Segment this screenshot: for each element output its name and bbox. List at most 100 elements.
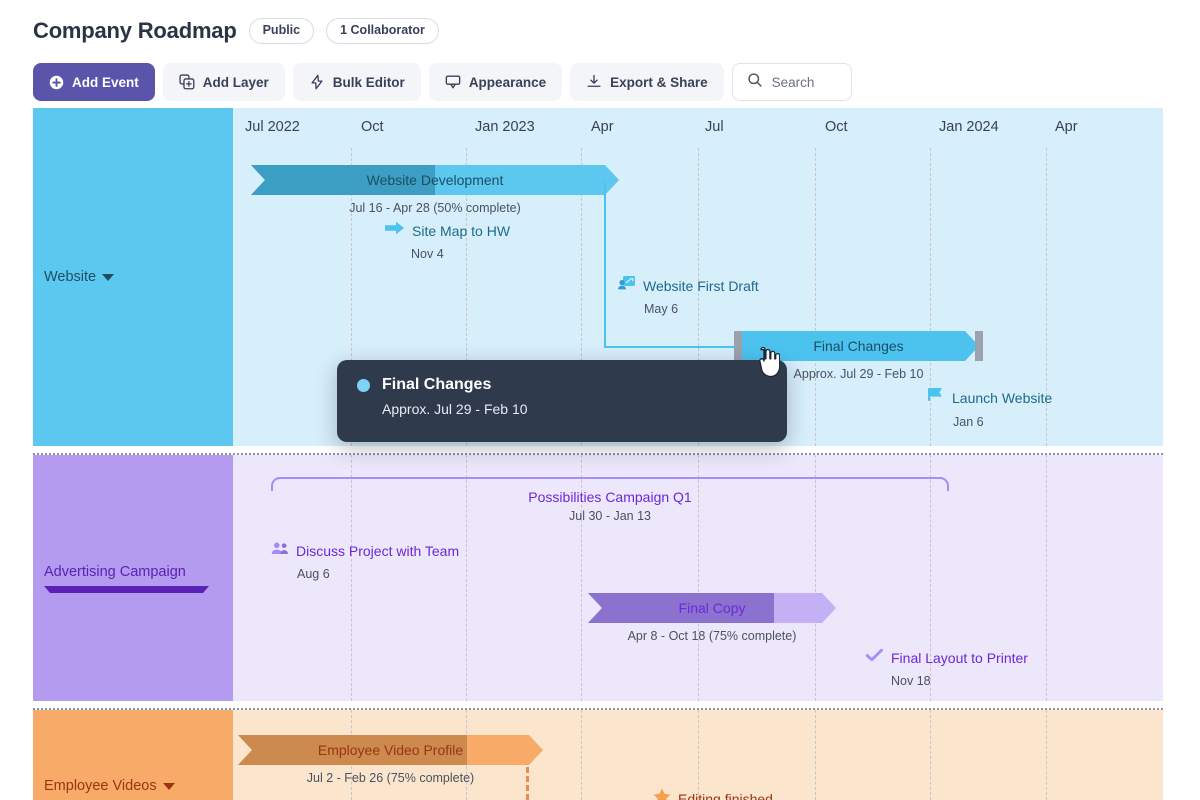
presentation-icon bbox=[618, 275, 636, 296]
chevron-down-icon[interactable] bbox=[102, 273, 115, 281]
event-title: Site Map to HW bbox=[412, 222, 511, 239]
dependency-line bbox=[604, 346, 738, 348]
event-bar[interactable]: Final Copy bbox=[588, 593, 836, 623]
date-label: Oct bbox=[825, 119, 848, 135]
event-site-map-to-hw[interactable]: Site Map to HW Nov 4 bbox=[385, 220, 510, 261]
event-website-development[interactable]: Website Development Jul 16 - Apr 28 (50%… bbox=[251, 165, 619, 215]
people-icon bbox=[271, 540, 289, 561]
layer-advertising-label: Advertising Campaign bbox=[44, 563, 186, 580]
milestone[interactable]: Launch Website bbox=[927, 386, 1052, 409]
add-event-label: Add Event bbox=[72, 74, 139, 90]
layer-website-header[interactable]: Website bbox=[33, 108, 233, 446]
tooltip-header: Final Changes bbox=[357, 376, 767, 394]
resize-handle-left[interactable] bbox=[734, 331, 742, 361]
appearance-button[interactable]: Appearance bbox=[428, 63, 563, 101]
tooltip-subtitle: Approx. Jul 29 - Feb 10 bbox=[382, 401, 528, 417]
bulk-editor-label: Bulk Editor bbox=[332, 74, 405, 90]
dependency-line bbox=[604, 182, 606, 348]
milestone[interactable]: Editing finished bbox=[653, 788, 773, 800]
star-icon bbox=[653, 788, 671, 800]
event-subtitle: Jul 16 - Apr 28 (50% complete) bbox=[349, 201, 521, 215]
grid-line bbox=[815, 108, 816, 446]
event-subtitle: Aug 6 bbox=[297, 567, 330, 581]
search-icon bbox=[747, 72, 763, 93]
event-editing-finished[interactable]: Editing finished bbox=[653, 788, 773, 800]
layer-advertising-header[interactable]: Advertising Campaign bbox=[33, 455, 233, 701]
event-final-layout-to-printer[interactable]: Final Layout to Printer Nov 18 bbox=[865, 647, 1028, 688]
layer-advertising-body[interactable]: Possibilities Campaign Q1 Jul 30 - Jan 1… bbox=[233, 455, 1163, 701]
layer-employee-videos-body[interactable]: Employee Video Profile Jul 2 - Feb 26 (7… bbox=[233, 710, 1163, 800]
date-label: Jan 2024 bbox=[939, 119, 999, 135]
event-title: Final Changes bbox=[813, 338, 904, 354]
appearance-label: Appearance bbox=[468, 74, 547, 90]
download-icon bbox=[586, 74, 602, 90]
event-subtitle: May 6 bbox=[644, 302, 679, 316]
appearance-icon bbox=[445, 74, 461, 90]
event-subtitle: Apr 8 - Oct 18 (75% complete) bbox=[627, 629, 797, 643]
milestone[interactable]: Final Layout to Printer bbox=[865, 647, 1028, 668]
date-label: Jan 2023 bbox=[475, 119, 535, 135]
add-layer-label: Add Layer bbox=[202, 74, 269, 90]
event-title: Employee Video Profile bbox=[317, 742, 464, 758]
event-title: Final Layout to Printer bbox=[891, 649, 1028, 666]
event-bar[interactable]: Website Development bbox=[251, 165, 619, 195]
grid-line bbox=[1046, 710, 1047, 800]
layer-website-name: Website bbox=[44, 269, 115, 285]
grid-line bbox=[581, 710, 582, 800]
date-label: Apr bbox=[1055, 119, 1078, 135]
event-title: Website Development bbox=[366, 172, 504, 188]
event-subtitle: Nov 18 bbox=[891, 674, 931, 688]
event-discuss-project-with-team[interactable]: Discuss Project with Team Aug 6 bbox=[271, 540, 459, 581]
event-employee-video-profile[interactable]: Employee Video Profile Jul 2 - Feb 26 (7… bbox=[238, 735, 543, 785]
grid-line bbox=[698, 710, 699, 800]
collaborators-badge[interactable]: 1 Collaborator bbox=[326, 18, 439, 44]
search-placeholder: Search bbox=[771, 74, 815, 90]
layer-employee-videos-name: Employee Videos bbox=[44, 778, 175, 794]
milestone[interactable]: Website First Draft bbox=[618, 275, 759, 296]
timeline-canvas[interactable]: Website Jul 2022 Oct Jan 2023 Apr Jul Oc… bbox=[0, 108, 1200, 800]
plus-circle-icon bbox=[49, 75, 64, 90]
flag-icon bbox=[927, 386, 945, 409]
add-event-button[interactable]: Add Event bbox=[33, 63, 155, 101]
milestone[interactable]: Site Map to HW bbox=[385, 220, 510, 241]
event-subtitle: Jul 2 - Feb 26 (75% complete) bbox=[306, 771, 475, 785]
app-header: Company Roadmap Public 1 Collaborator Ad… bbox=[0, 0, 1200, 108]
event-tooltip: Final Changes Approx. Jul 29 - Feb 10 bbox=[337, 360, 787, 442]
event-title: Final Copy bbox=[678, 600, 746, 616]
toolbar: Add Event Add Layer Bulk Editor Appearan… bbox=[33, 63, 852, 101]
date-label: Jul 2022 bbox=[245, 119, 300, 135]
bulk-editor-button[interactable]: Bulk Editor bbox=[292, 63, 421, 101]
milestone[interactable]: Discuss Project with Team bbox=[271, 540, 459, 561]
arrow-right-icon bbox=[385, 220, 405, 241]
event-title: Website First Draft bbox=[643, 277, 759, 294]
layer-employee-videos-header[interactable]: Employee Videos bbox=[33, 710, 233, 800]
grid-line bbox=[815, 710, 816, 800]
export-share-label: Export & Share bbox=[610, 74, 708, 90]
search-input[interactable]: Search bbox=[731, 63, 852, 101]
page-title: Company Roadmap bbox=[33, 18, 237, 43]
date-label: Oct bbox=[361, 119, 384, 135]
export-share-button[interactable]: Export & Share bbox=[570, 63, 724, 101]
layer-employee-videos-label: Employee Videos bbox=[44, 778, 157, 794]
grid-line bbox=[1046, 455, 1047, 701]
event-launch-website[interactable]: Launch Website Jan 6 bbox=[927, 386, 1052, 429]
chevron-down-icon[interactable] bbox=[44, 585, 209, 593]
layer-advertising-name: Advertising Campaign bbox=[44, 564, 209, 593]
event-website-first-draft[interactable]: Website First Draft May 6 bbox=[618, 275, 759, 316]
add-layer-button[interactable]: Add Layer bbox=[162, 63, 285, 101]
grid-line bbox=[930, 710, 931, 800]
event-bar[interactable]: Employee Video Profile bbox=[238, 735, 543, 765]
event-subtitle: Jan 6 bbox=[953, 415, 984, 429]
tooltip-title: Final Changes bbox=[382, 376, 492, 393]
event-final-copy[interactable]: Final Copy Apr 8 - Oct 18 (75% complete) bbox=[588, 593, 836, 643]
timeline-app: Company Roadmap Public 1 Collaborator Ad… bbox=[0, 0, 1200, 800]
lightning-icon bbox=[309, 74, 325, 90]
event-title: Discuss Project with Team bbox=[296, 542, 460, 559]
visibility-badge[interactable]: Public bbox=[248, 18, 315, 44]
event-bar[interactable]: Final Changes bbox=[738, 331, 979, 361]
event-title: Editing finished bbox=[678, 791, 773, 800]
event-title: Possibilities Campaign Q1 bbox=[528, 489, 692, 505]
resize-handle-right[interactable] bbox=[975, 331, 983, 361]
event-subtitle: Jul 30 - Jan 13 bbox=[569, 509, 651, 523]
chevron-down-icon[interactable] bbox=[162, 782, 175, 790]
